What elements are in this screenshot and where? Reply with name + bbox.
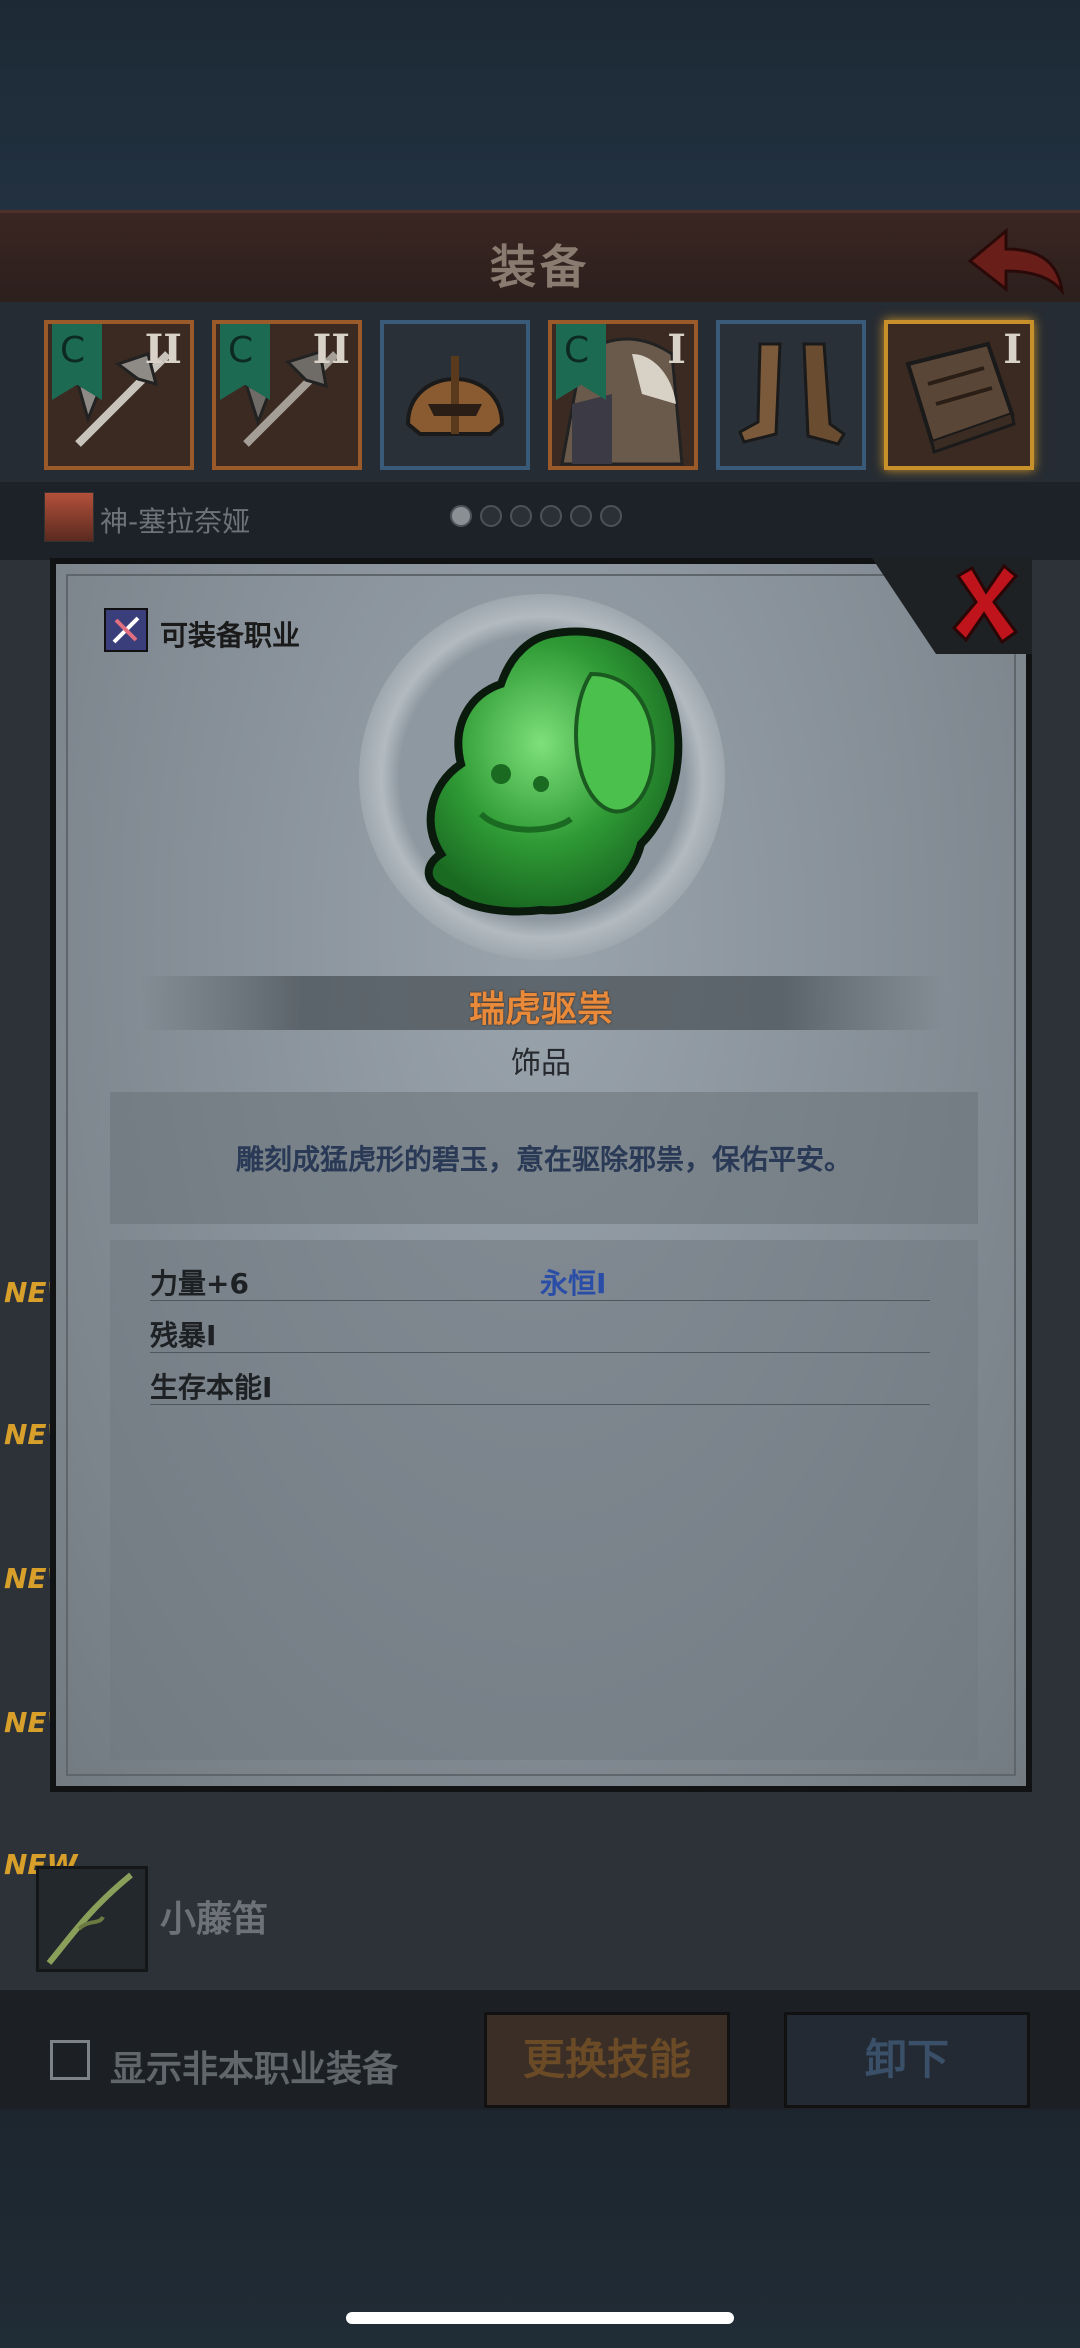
divider	[150, 1300, 930, 1301]
item-description-box: 雕刻成猛虎形的碧玉，意在驱除邪祟，保佑平安。	[110, 1092, 978, 1224]
slot-tier: II	[144, 326, 182, 373]
equip-slot-weapon-1[interactable]: C II	[44, 320, 194, 470]
divider	[150, 1404, 930, 1405]
back-arrow-icon[interactable]	[966, 225, 1066, 295]
equip-slot-boots[interactable]	[716, 320, 866, 470]
equip-slot-helmet[interactable]	[380, 320, 530, 470]
divider	[150, 1352, 930, 1353]
change-skill-button[interactable]: 更换技能	[484, 2012, 730, 2108]
show-other-classes-checkbox[interactable]	[50, 2040, 90, 2080]
page-dot[interactable]	[450, 505, 472, 527]
stat-line: 残暴I	[150, 1319, 217, 1352]
equipment-slots-bar: C II C II C I I	[0, 302, 1080, 482]
background-top	[0, 0, 1080, 210]
show-other-classes-label: 显示非本职业装备	[110, 2049, 399, 2090]
jade-tiger-icon	[424, 627, 683, 916]
home-indicator[interactable]	[346, 2312, 734, 2324]
character-avatar	[44, 492, 94, 542]
equip-slot-accessory[interactable]: I	[884, 320, 1034, 470]
item-description: 雕刻成猛虎形的碧玉，意在驱除邪祟，保佑平安。	[235, 1143, 852, 1176]
character-name: 神-塞拉奈娅	[100, 505, 251, 538]
close-icon[interactable]	[950, 562, 1022, 646]
stat-line: 生存本能I	[150, 1371, 273, 1404]
equipment-header: 装备	[0, 210, 1080, 305]
page-dot[interactable]	[540, 505, 562, 527]
page-title: 装备	[490, 240, 590, 294]
item-name: 瑞虎驱祟	[468, 989, 613, 1030]
unequip-button[interactable]: 卸下	[784, 2012, 1030, 2108]
equippable-class-label: 可装备职业	[160, 619, 301, 652]
flute-item-icon[interactable]	[36, 1866, 148, 1972]
list-item-name[interactable]: 小藤笛	[160, 1890, 268, 1942]
helmet-icon	[405, 356, 505, 436]
slot-tier: II	[312, 326, 350, 373]
stat-line: 力量+6	[150, 1267, 249, 1300]
item-stats-box: 力量+6 永恒I 残暴I 生存本能I	[110, 1240, 978, 1760]
page-dot[interactable]	[510, 505, 532, 527]
bonus-stat: 永恒I	[540, 1267, 607, 1300]
class-icon	[104, 608, 148, 652]
page-dot[interactable]	[600, 505, 622, 527]
equip-slot-weapon-2[interactable]: C II	[212, 320, 362, 470]
equip-slot-armor[interactable]: C I	[548, 320, 698, 470]
slot-tier: I	[1003, 326, 1022, 373]
item-detail-modal: 可装备职业 瑞虎驱祟 饰品 雕刻成猛虎形的碧玉，意在驱除邪祟，保佑平安。 力量+…	[50, 558, 1032, 1792]
boots-icon	[738, 342, 846, 446]
page-dot[interactable]	[480, 505, 502, 527]
slot-tier: I	[667, 326, 686, 373]
page-indicator	[450, 505, 630, 531]
item-type: 饰品	[511, 1046, 571, 1081]
page-dot[interactable]	[570, 505, 592, 527]
